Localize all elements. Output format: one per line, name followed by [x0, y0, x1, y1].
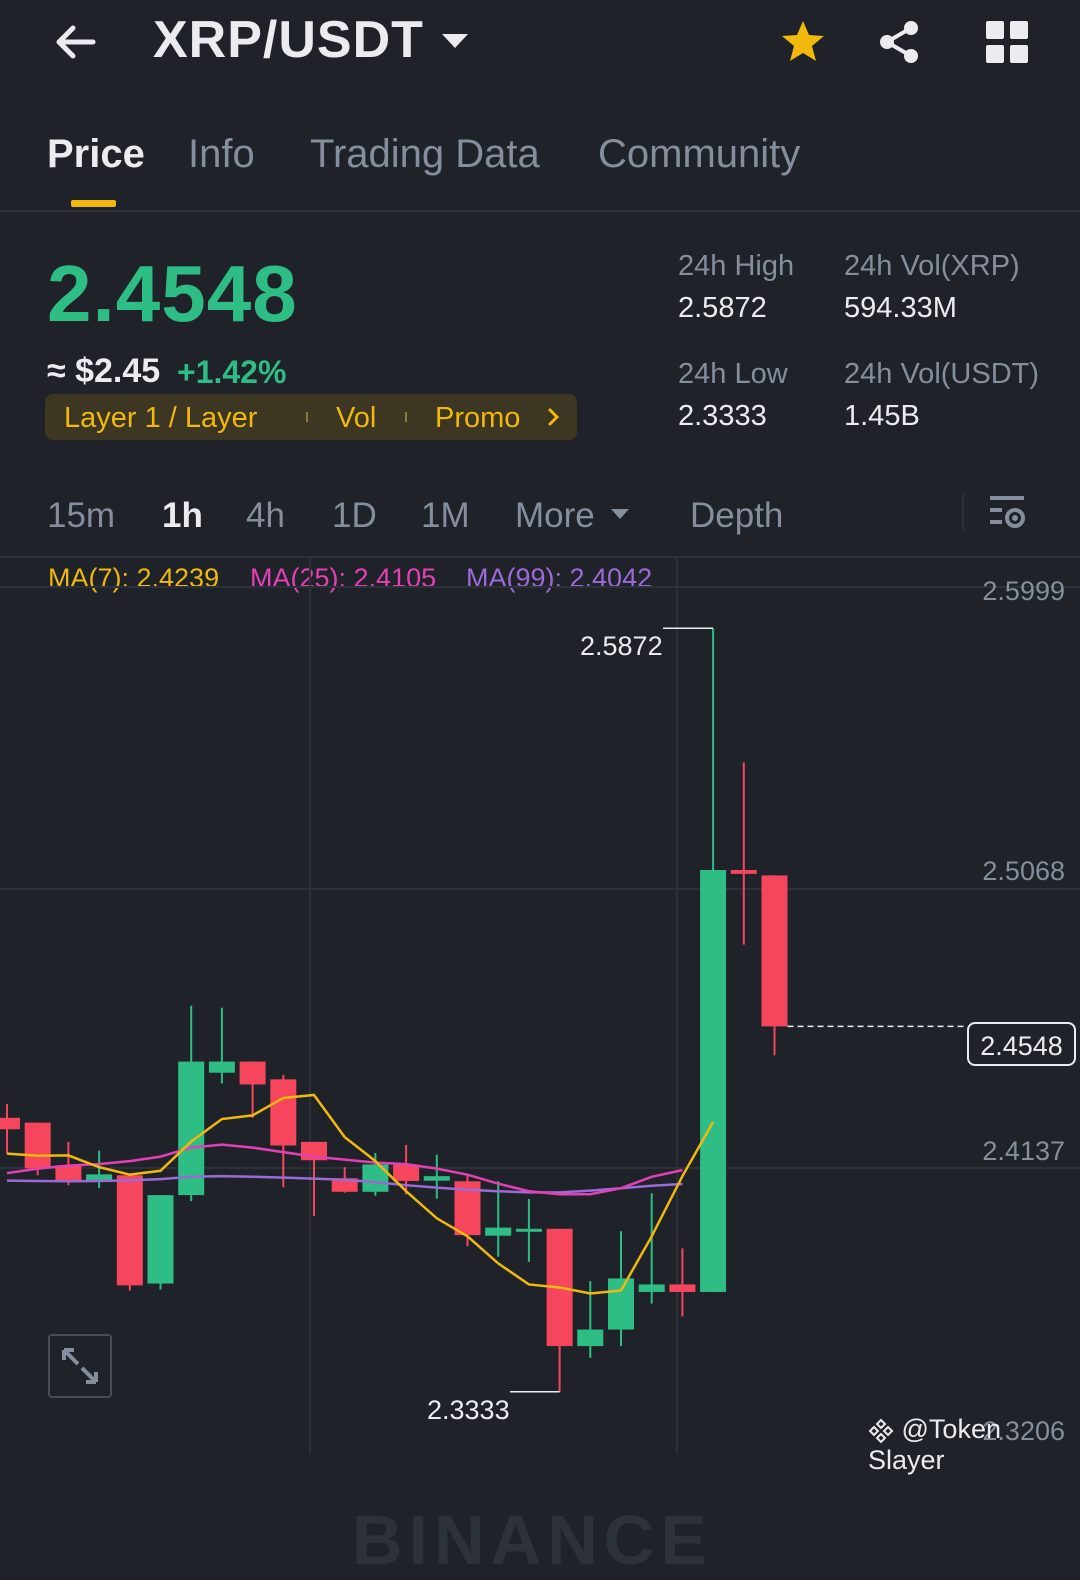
- current-price-badge: 2.4548: [967, 1022, 1076, 1066]
- candle-body: [208, 1061, 235, 1073]
- candle-body: [515, 1228, 542, 1232]
- candle-body: [730, 870, 757, 874]
- stat-vol-usdt-value: 1.45B: [844, 400, 920, 432]
- last-price: 2.4548: [47, 249, 298, 338]
- chevron-right-icon[interactable]: [545, 407, 563, 427]
- expand-icon: [62, 1348, 98, 1384]
- tab-bar: Price Info Trading Data Community: [0, 120, 1080, 212]
- share-icon[interactable]: [875, 18, 923, 66]
- stat-high-label: 24h High: [678, 250, 795, 282]
- tab-info[interactable]: Info: [188, 132, 255, 177]
- stat-vol-xrp-label: 24h Vol(XRP): [844, 250, 1020, 282]
- stat-vol-usdt-label: 24h Vol(USDT): [844, 358, 1040, 390]
- tag-layer[interactable]: Layer 1 / Layer: [64, 402, 257, 435]
- candle-body: [147, 1195, 174, 1284]
- candle-body: [638, 1284, 665, 1292]
- stat-low-value: 2.3333: [678, 400, 767, 432]
- candle-body: [761, 875, 788, 1027]
- caret-down-icon[interactable]: [610, 506, 630, 522]
- candle-body: [423, 1176, 450, 1181]
- tab-community[interactable]: Community: [598, 132, 800, 177]
- binance-logo-icon: [868, 1418, 894, 1444]
- stat-vol-xrp-value: 594.33M: [844, 292, 957, 324]
- fullscreen-button[interactable]: [48, 1334, 112, 1398]
- low-marker-label: 2.3333: [427, 1395, 510, 1425]
- stat-low-label: 24h Low: [678, 358, 788, 390]
- candle-body: [577, 1329, 604, 1347]
- interval-bar: 15m 1h 4h 1D 1M More Depth: [0, 486, 1080, 558]
- tab-trading-data[interactable]: Trading Data: [310, 132, 540, 177]
- depth-tab[interactable]: Depth: [690, 496, 783, 536]
- price-change: +1.42%: [177, 354, 287, 390]
- chart-canvas[interactable]: [0, 558, 1080, 1454]
- usd-price: ≈ $2.45: [47, 352, 161, 390]
- tag-divider: [405, 412, 407, 422]
- tag-bar[interactable]: Layer 1 / Layer Vol Promo: [45, 394, 577, 440]
- star-icon[interactable]: [779, 18, 827, 66]
- active-tab-indicator: [71, 200, 116, 207]
- tag-divider: [306, 412, 308, 422]
- candle-body: [178, 1061, 205, 1196]
- interval-1d[interactable]: 1D: [332, 496, 377, 536]
- tag-promo[interactable]: Promo: [435, 402, 520, 435]
- ma7-line: [6, 1093, 715, 1295]
- candle-body: [270, 1079, 297, 1146]
- candle-body: [0, 1117, 20, 1130]
- interval-15m[interactable]: 15m: [47, 496, 115, 536]
- tag-vol[interactable]: Vol: [336, 402, 376, 435]
- interval-1h[interactable]: 1h: [162, 496, 203, 536]
- interval-divider: [962, 494, 964, 530]
- y-axis-label: 2.5999: [982, 576, 1065, 606]
- candle-body: [608, 1278, 634, 1330]
- candle-body: [239, 1061, 266, 1085]
- candle-body: [24, 1122, 51, 1169]
- pair-title[interactable]: XRP/USDT: [153, 10, 424, 70]
- stat-high-value: 2.5872: [678, 292, 767, 324]
- chart-settings-icon[interactable]: [988, 494, 1028, 530]
- back-arrow-icon[interactable]: [51, 18, 99, 66]
- candle-body: [700, 870, 727, 1292]
- candle-body: [669, 1284, 696, 1292]
- interval-1m[interactable]: 1M: [421, 496, 470, 536]
- candlestick-chart[interactable]: BINANCE: [0, 558, 1080, 1579]
- high-marker-label: 2.5872: [580, 631, 663, 661]
- candle-body: [485, 1227, 512, 1236]
- candle-body: [393, 1164, 420, 1181]
- binance-watermark: BINANCE: [352, 1501, 713, 1579]
- interval-more[interactable]: More: [515, 496, 595, 536]
- candle-body: [116, 1175, 143, 1286]
- y-axis-label: 2.5068: [982, 856, 1065, 886]
- credit-watermark: @Token Slayer: [868, 1414, 1080, 1476]
- caret-down-icon[interactable]: [438, 24, 472, 58]
- grid-icon[interactable]: [983, 18, 1031, 66]
- interval-4h[interactable]: 4h: [246, 496, 285, 536]
- tab-price[interactable]: Price: [47, 132, 145, 177]
- y-axis-label: 2.4137: [982, 1136, 1065, 1166]
